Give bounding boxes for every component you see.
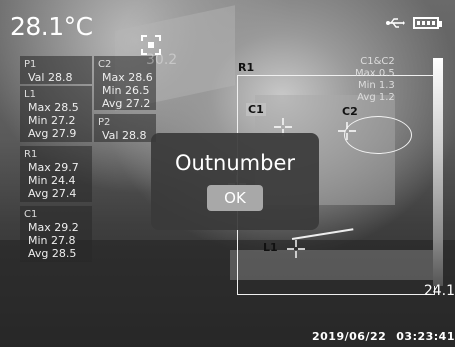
c2-max: Max 28.6 [102, 71, 153, 84]
c1c2-max: Max 0.5 [355, 68, 395, 79]
scale-min-value: 24.1 [423, 283, 455, 299]
battery-level [417, 21, 435, 25]
c1-label: C1 [24, 209, 38, 220]
roi-label-l1: L1 [263, 241, 278, 254]
l1-label: L1 [24, 89, 36, 100]
temperature-colorbar [433, 58, 443, 286]
c1-panel: C1 Max 29.2 Min 27.8 Avg 28.5 [20, 206, 92, 262]
c2-faded-reading: 30.2 [146, 52, 178, 68]
c2-label: C2 [98, 59, 112, 70]
p2-val: Val 28.8 [102, 129, 147, 142]
c1c2-avg: Avg 1.2 [357, 92, 395, 103]
roi-label-r1: R1 [238, 61, 255, 74]
crosshair-c2-icon [338, 122, 356, 140]
c2-min: Min 26.5 [102, 84, 150, 97]
c1-max: Max 29.2 [28, 221, 79, 234]
battery-icon [413, 17, 442, 29]
c1c2-min: Min 1.3 [357, 80, 395, 91]
p1-label: P1 [24, 59, 37, 70]
center-temperature: 28.1°C [10, 12, 93, 41]
l1-avg: Avg 27.9 [28, 127, 77, 140]
usb-icon [386, 18, 405, 28]
r1-label: R1 [24, 149, 38, 160]
ok-button[interactable]: OK [207, 185, 263, 211]
r1-avg: Avg 27.4 [28, 187, 77, 200]
dialog-title: Outnumber [174, 151, 296, 175]
r1-max: Max 29.7 [28, 161, 79, 174]
p1-panel: P1 Val 28.8 [20, 56, 92, 84]
l1-max: Max 28.5 [28, 101, 79, 114]
crosshair-l1-icon [287, 240, 305, 258]
date-text: 2019/06/22 [312, 330, 387, 343]
c2-avg: Avg 27.2 [102, 97, 151, 110]
p2-label: P2 [98, 117, 111, 128]
c1c2-label: C1&C2 [360, 56, 395, 67]
r1-panel: R1 Max 29.7 Min 24.4 Avg 27.4 [20, 146, 92, 202]
l1-panel: L1 Max 28.5 Min 27.2 Avg 27.9 [20, 86, 92, 142]
outnumber-dialog: Outnumber OK [151, 133, 319, 230]
c1-avg: Avg 28.5 [28, 247, 77, 260]
timestamp: 2019/06/22 03:23:41 [312, 330, 455, 343]
roi-label-c1: C1 [246, 103, 266, 116]
l1-min: Min 27.2 [28, 114, 76, 127]
p1-val: Val 28.8 [28, 71, 73, 84]
roi-label-c2: C2 [342, 105, 358, 118]
p2-panel: P2 Val 28.8 [94, 114, 156, 142]
time-text: 03:23:41 [396, 330, 455, 343]
r1-min: Min 24.4 [28, 174, 76, 187]
status-icons [385, 16, 442, 30]
thermal-view: 28.1°C P1 Val 28.8 C2 Max 28.6 Min 26.5 … [0, 0, 455, 347]
c1-min: Min 27.8 [28, 234, 76, 247]
c1c2-difference-panel: C1&C2 Max 0.5 Min 1.3 Avg 1.2 [355, 56, 395, 104]
